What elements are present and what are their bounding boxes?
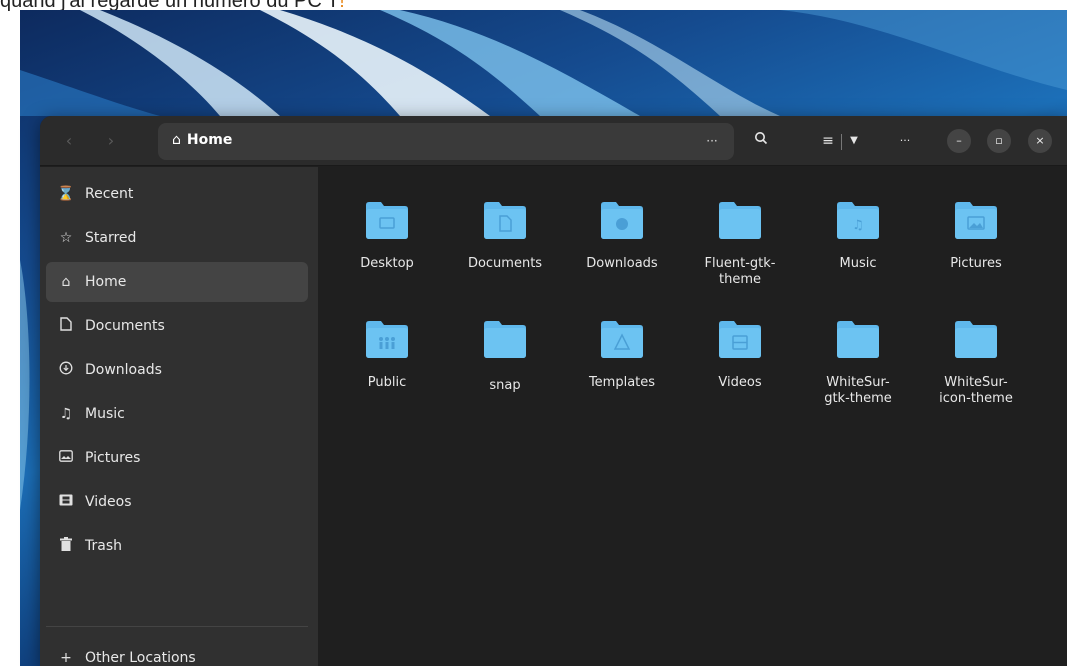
folder-item-documents[interactable]: Documents: [449, 201, 561, 311]
maximize-button[interactable]: ▫: [987, 129, 1011, 153]
folder-templates-icon: [601, 320, 643, 358]
list-view-icon: ≡: [822, 133, 834, 149]
music-icon: ♫: [59, 406, 73, 422]
file-name: WhiteSur- icon-theme: [939, 375, 1013, 406]
sidebar-item-videos[interactable]: Videos: [46, 482, 308, 522]
chevron-down-icon: ▼: [850, 135, 858, 146]
sidebar-item-pictures[interactable]: Pictures: [46, 438, 308, 478]
folder-desktop-icon: [366, 201, 408, 239]
view-divider: [841, 134, 842, 150]
folder-item-snap[interactable]: snap: [449, 320, 561, 430]
ellipsis-icon: ···: [706, 134, 718, 148]
folder-icon: [719, 201, 761, 239]
sidebar-item-documents[interactable]: Documents: [46, 306, 308, 346]
folder-item-desktop[interactable]: Desktop: [331, 201, 443, 311]
file-name: Pictures: [950, 256, 1002, 271]
view-options-dropdown[interactable]: ▼: [844, 126, 864, 156]
file-name: snap: [489, 378, 521, 393]
sidebar-item-label: Other Locations: [85, 650, 196, 666]
path-home-crumb[interactable]: ⌂ Home: [172, 132, 232, 148]
forward-button[interactable]: ›: [96, 127, 126, 155]
sidebar-item-label: Downloads: [85, 362, 162, 378]
chevron-left-icon: ‹: [65, 131, 73, 150]
folder-videos-icon: [719, 320, 761, 358]
minimize-icon: –: [956, 134, 962, 147]
folder-item-whitesur-gtk-theme[interactable]: WhiteSur- gtk-theme: [802, 320, 914, 430]
file-name: Desktop: [360, 256, 414, 271]
file-name: Videos: [718, 375, 762, 390]
path-label: Home: [186, 132, 233, 148]
sidebar-item-starred[interactable]: ☆ Starred: [46, 218, 308, 258]
path-more-button[interactable]: ···: [700, 131, 724, 153]
star-icon: ☆: [59, 230, 73, 246]
chevron-right-icon: ›: [107, 131, 115, 150]
file-name: Music: [839, 256, 877, 271]
sidebar-item-label: Trash: [85, 538, 122, 554]
search-icon: [754, 132, 768, 149]
clock-icon: ⌛: [57, 186, 75, 202]
document-icon: [56, 317, 76, 335]
folder-downloads-icon: [601, 201, 643, 239]
sidebar: ⌛ Recent ☆ Starred ⌂ Home Documents Down…: [40, 167, 318, 666]
download-icon: [56, 361, 76, 379]
sidebar-item-label: Pictures: [85, 450, 141, 466]
sidebar-item-label: Recent: [85, 186, 134, 202]
sidebar-separator: [46, 626, 308, 627]
folder-music-icon: ♫: [837, 201, 879, 239]
sidebar-item-label: Music: [85, 406, 125, 422]
home-icon: ⌂: [172, 132, 181, 148]
sidebar-item-label: Videos: [85, 494, 132, 510]
file-name: Documents: [467, 256, 543, 271]
search-button[interactable]: [746, 126, 776, 156]
folder-documents-icon: [484, 201, 526, 239]
folder-item-whitesur-icon-theme[interactable]: WhiteSur- icon-theme: [920, 320, 1032, 430]
home-icon: ⌂: [61, 274, 71, 290]
picture-icon: [56, 450, 76, 466]
file-name: Templates: [588, 375, 656, 390]
folder-item-videos[interactable]: Videos: [684, 320, 796, 430]
file-name: Downloads: [586, 256, 658, 271]
sidebar-item-downloads[interactable]: Downloads: [46, 350, 308, 390]
folder-icon: [837, 320, 879, 358]
svg-text:♫: ♫: [852, 218, 864, 233]
folder-item-music[interactable]: ♫ Music: [802, 201, 914, 311]
folder-pictures-icon: [955, 201, 997, 239]
main-menu-button[interactable]: ···: [892, 126, 918, 156]
plus-icon: +: [60, 650, 72, 666]
folder-public-icon: [366, 320, 408, 358]
sidebar-item-label: Home: [85, 274, 127, 290]
sidebar-item-home[interactable]: ⌂ Home: [46, 262, 308, 302]
trash-icon: [56, 537, 76, 555]
sidebar-item-label: Documents: [85, 318, 165, 334]
headerbar: ‹ › ⌂ Home ··· ≡ ▼ ··· – ▫ ×: [40, 116, 1067, 166]
video-icon: [56, 494, 76, 510]
maximize-icon: ▫: [995, 134, 1003, 147]
path-bar[interactable]: ⌂ Home ···: [158, 123, 734, 160]
sidebar-item-label: Starred: [85, 230, 137, 246]
back-button[interactable]: ‹: [54, 127, 84, 155]
sidebar-item-recent[interactable]: ⌛ Recent: [46, 174, 308, 214]
sidebar-item-other-locations[interactable]: + Other Locations: [46, 638, 308, 666]
minimize-button[interactable]: –: [947, 129, 971, 153]
folder-icon: [484, 320, 526, 358]
close-button[interactable]: ×: [1028, 129, 1052, 153]
list-view-button[interactable]: ≡: [816, 126, 840, 156]
file-grid: Desktop Documents Downloads Fluent-gtk- …: [318, 167, 1067, 666]
file-name: Fluent-gtk- theme: [704, 256, 776, 287]
sidebar-item-music[interactable]: ♫ Music: [46, 394, 308, 434]
file-manager-window: ‹ › ⌂ Home ··· ≡ ▼ ··· – ▫ × ⌛ Recent ☆ …: [40, 116, 1067, 666]
folder-item-public[interactable]: Public: [331, 320, 443, 430]
sidebar-item-trash[interactable]: Trash: [46, 526, 308, 566]
folder-icon: [955, 320, 997, 358]
file-name: WhiteSur- gtk-theme: [824, 375, 892, 406]
folder-item-pictures[interactable]: Pictures: [920, 201, 1032, 311]
folder-item-templates[interactable]: Templates: [566, 320, 678, 430]
folder-item-downloads[interactable]: Downloads: [566, 201, 678, 311]
folder-item-fluent-gtk-theme[interactable]: Fluent-gtk- theme: [684, 201, 796, 311]
file-name: Public: [367, 375, 407, 390]
ellipsis-icon: ···: [899, 134, 911, 147]
close-icon: ×: [1035, 134, 1045, 147]
